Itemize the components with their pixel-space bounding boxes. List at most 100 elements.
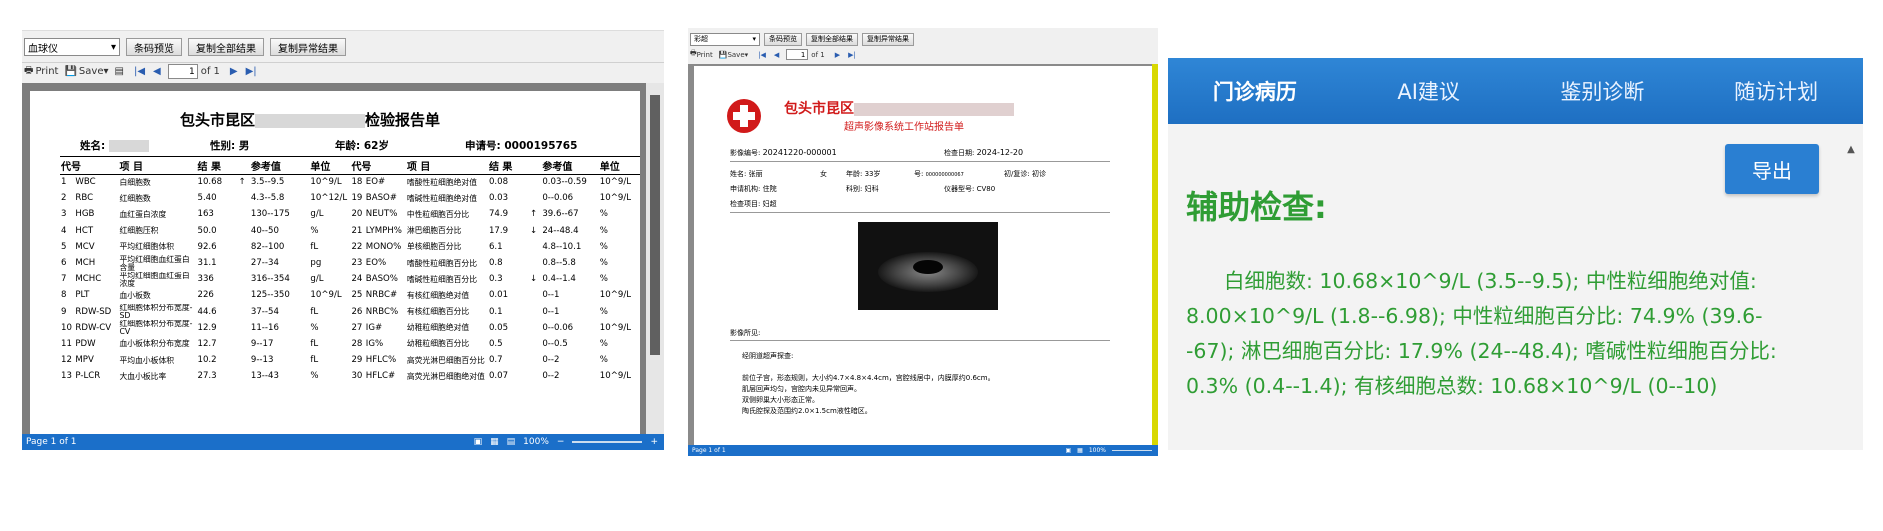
- table-cell: g/L: [310, 209, 324, 220]
- prev-page-icon[interactable]: ◀: [153, 66, 161, 77]
- table-cell: 9--17: [250, 338, 274, 349]
- patient-gender: 女: [820, 170, 827, 178]
- scroll-thumb[interactable]: [650, 95, 660, 355]
- table-cell: 10^9/L: [599, 371, 632, 382]
- table-cell: [529, 353, 541, 369]
- table-cell: 血红蛋白浓度: [119, 209, 167, 219]
- table-cell: 嗜碱性粒细胞百分比: [406, 274, 478, 284]
- table-cell: 13--43: [250, 371, 279, 382]
- print-button[interactable]: 🖶 Print: [690, 49, 713, 60]
- table-cell: 血小板体积分布宽度: [119, 339, 190, 349]
- vertical-scrollbar[interactable]: [646, 83, 664, 437]
- table-row: 9 RDW-SD 红细胞体积分布宽度-SD 44.6 37--54 fL 26 NRBC% 有核…: [60, 304, 640, 320]
- first-page-icon[interactable]: |◀: [134, 66, 145, 77]
- print-button[interactable]: 🖶 Print: [24, 63, 58, 80]
- table-cell: 0--0.06: [542, 193, 574, 204]
- patient-age: 年龄: 62岁: [335, 140, 389, 152]
- page-setup-icon[interactable]: ▤: [115, 66, 124, 77]
- page-number-input[interactable]: 1: [786, 49, 809, 60]
- table-cell: 平均红细胞血红蛋白浓度: [119, 271, 190, 288]
- table-cell: 24--48.4: [542, 225, 579, 236]
- table-cell: 0.8--5.8: [542, 258, 576, 269]
- table-cell: 31.1: [197, 258, 217, 269]
- table-cell: MCV: [75, 241, 95, 252]
- barcode-preview-button[interactable]: 条码预览: [126, 38, 182, 56]
- table-cell: RBC: [75, 193, 94, 204]
- zoom-out-icon[interactable]: −: [557, 437, 565, 447]
- zoom-slider[interactable]: [1112, 450, 1152, 451]
- chevron-down-icon: ▾: [752, 35, 756, 43]
- first-page-icon[interactable]: |◀: [758, 51, 766, 59]
- view-fit-icon[interactable]: ▤: [507, 437, 516, 447]
- last-page-icon[interactable]: ▶|: [246, 66, 257, 77]
- table-cell: 23: [351, 258, 363, 269]
- lab-toolbar: 血球仪 ▾ 条码预览 复制全部结果 复制异常结果: [22, 37, 664, 57]
- exam-no: 影像编号: 20241220-000001: [730, 148, 837, 157]
- table-cell: 40--50: [250, 225, 279, 236]
- table-cell: 11--16: [250, 322, 279, 333]
- ultra-type-select[interactable]: 彩超 ▾: [690, 32, 760, 46]
- table-cell: g/L: [310, 274, 324, 285]
- instrument-select[interactable]: 血球仪 ▾: [24, 38, 120, 56]
- copy-abnormal-button[interactable]: 复制异常结果: [270, 38, 346, 56]
- view-single-icon[interactable]: ▣: [1066, 447, 1072, 454]
- tab-ai-suggestion[interactable]: AI建议: [1342, 58, 1516, 124]
- next-page-icon[interactable]: ▶: [835, 51, 840, 59]
- table-cell: 白细胞数: [119, 177, 151, 187]
- table-cell: NRBC#: [365, 290, 398, 301]
- table-cell: 6: [61, 258, 67, 269]
- table-cell: %: [310, 225, 319, 236]
- table-cell: 0--1: [542, 306, 560, 317]
- table-cell: 高荧光淋巴细胞绝对值: [406, 371, 485, 381]
- table-cell: 10^12/L: [310, 193, 348, 204]
- table-cell: [238, 223, 250, 239]
- view-single-icon[interactable]: ▣: [474, 437, 483, 447]
- last-page-icon[interactable]: ▶|: [848, 51, 856, 59]
- zoom-slider[interactable]: [572, 441, 643, 443]
- table-cell: PDW: [75, 338, 96, 349]
- table-cell: %: [599, 338, 608, 349]
- col-header: 单位: [309, 156, 351, 175]
- page-number-input[interactable]: 1: [167, 64, 198, 79]
- lab-report-window: 血球仪 ▾ 条码预览 复制全部结果 复制异常结果 🖶 Print 💾 Save ▾ ▤ …: [22, 30, 664, 450]
- next-page-icon[interactable]: ▶: [230, 66, 238, 77]
- exam-date: 检查日期: 2024-12-20: [944, 148, 1024, 157]
- tab-outpatient-record[interactable]: 门诊病历: [1168, 58, 1342, 124]
- table-cell: 0.01: [488, 290, 509, 301]
- tab-differential-diagnosis[interactable]: 鉴别诊断: [1516, 58, 1690, 124]
- table-cell: 163: [197, 209, 214, 220]
- save-button[interactable]: 💾 Save ▾: [64, 66, 108, 77]
- table-cell: [238, 353, 250, 369]
- zoom-in-icon[interactable]: +: [650, 437, 658, 447]
- table-cell: 27--34: [250, 258, 279, 269]
- vertical-scrollbar[interactable]: ▲: [1844, 144, 1858, 444]
- table-cell: [529, 288, 541, 304]
- table-cell: 0--1: [542, 290, 560, 301]
- table-cell: ↓: [530, 225, 538, 236]
- table-cell: 10^9/L: [599, 322, 632, 333]
- copy-all-button[interactable]: 复制全部结果: [188, 38, 264, 56]
- save-button[interactable]: 💾 Save ▾: [719, 51, 748, 59]
- copy-all-button[interactable]: 复制全部结果: [806, 32, 858, 46]
- scroll-up-icon[interactable]: ▲: [1844, 144, 1858, 155]
- export-button[interactable]: 导出: [1725, 144, 1819, 194]
- view-multi-icon[interactable]: ▦: [1077, 447, 1083, 454]
- table-cell: RDW-SD: [75, 306, 112, 317]
- table-cell: 0.4--1.4: [542, 274, 576, 285]
- tab-followup-plan[interactable]: 随访计划: [1689, 58, 1863, 124]
- prev-page-icon[interactable]: ◀: [774, 51, 779, 59]
- table-cell: 9: [61, 306, 67, 317]
- barcode-preview-button[interactable]: 条码预览: [764, 32, 802, 46]
- redacted-name: [108, 140, 149, 152]
- table-cell: fL: [310, 306, 319, 317]
- table-cell: HCT: [75, 225, 94, 236]
- table-cell: 39.6--67: [542, 209, 579, 220]
- divider: [730, 340, 1110, 341]
- table-cell: 红细胞数: [119, 193, 151, 203]
- table-cell: ↓: [530, 274, 538, 285]
- table-cell: [238, 304, 250, 320]
- table-row: 5 MCV 平均红细胞体积 92.6 82--100 fL 22 MONO% 单核细胞百分比 6.…: [60, 239, 640, 255]
- table-cell: 0.5: [488, 338, 503, 349]
- copy-abnormal-button[interactable]: 复制异常结果: [862, 32, 914, 46]
- view-multi-icon[interactable]: ▦: [490, 437, 499, 447]
